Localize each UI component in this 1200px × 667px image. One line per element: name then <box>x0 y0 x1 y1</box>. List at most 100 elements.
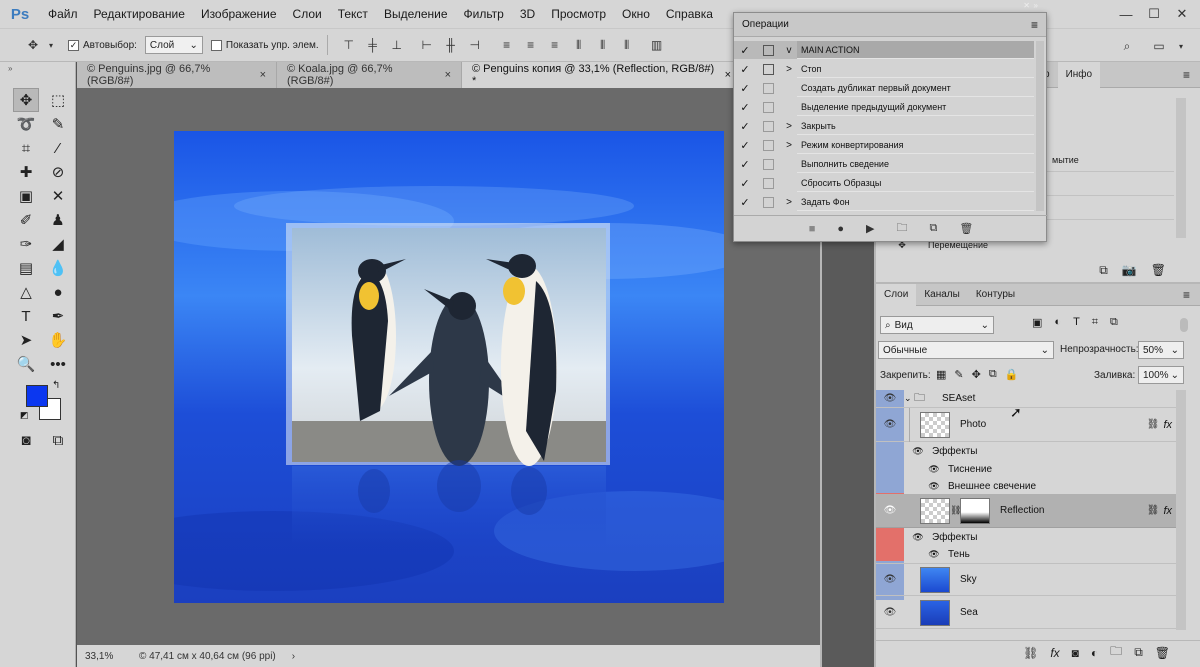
move-tool-icon[interactable]: ✥ <box>24 36 42 54</box>
hand-tool-icon[interactable]: ✋ <box>45 328 71 352</box>
swap-colors-icon[interactable]: ↰ <box>52 380 60 391</box>
action-item[interactable]: ✓ > Стоп <box>734 60 1034 78</box>
chevron-right-icon[interactable]: > <box>781 197 797 208</box>
align-top-icon[interactable]: ⊤ <box>340 36 358 54</box>
menu-file[interactable]: Файл <box>40 7 86 21</box>
filter-type-icon[interactable]: T <box>1073 316 1080 329</box>
align-vcenter-icon[interactable]: ╪ <box>364 36 382 54</box>
screen-mode-icon[interactable]: ⧉ <box>45 428 71 452</box>
eye-icon[interactable]: 👁 <box>904 446 932 457</box>
quick-select-tool-icon[interactable]: ✎ <box>45 112 71 136</box>
close-icon[interactable]: × <box>260 69 266 81</box>
healing-tool-icon[interactable]: ✚ <box>13 160 39 184</box>
menu-select[interactable]: Выделение <box>376 7 456 21</box>
chevron-down-icon[interactable]: ▾ <box>1172 37 1190 55</box>
autoselect-option[interactable]: ✓ Автовыбор: <box>68 39 137 51</box>
restore-icon[interactable]: ☐ <box>1142 5 1166 23</box>
eye-icon[interactable]: 👁 <box>920 549 948 560</box>
lock-pixels-icon[interactable]: ✎ <box>954 368 963 381</box>
chevron-right-icon[interactable]: > <box>781 140 797 151</box>
patch-tool-icon[interactable]: ⊘ <box>45 160 71 184</box>
filter-adjustment-icon[interactable]: ◐ <box>1054 316 1061 329</box>
eye-icon[interactable]: 👁 <box>876 419 904 430</box>
distribute-top-icon[interactable]: ≡ <box>498 36 516 54</box>
dodge-tool-icon[interactable]: ● <box>45 280 71 304</box>
play-icon[interactable]: ▶ <box>866 222 874 235</box>
dialog-toggle[interactable] <box>763 101 774 113</box>
layer-sky[interactable]: 👁 Sky <box>876 564 1176 596</box>
layer-sea[interactable]: 👁 Sea <box>876 597 1176 629</box>
fx-icon[interactable]: fx <box>1163 505 1172 517</box>
minimize-icon[interactable]: — <box>1114 5 1138 23</box>
lock-transparent-icon[interactable]: ▦ <box>936 368 946 381</box>
more-tools-icon[interactable]: ••• <box>45 352 71 376</box>
default-colors-icon[interactable]: ◩ <box>20 410 29 421</box>
document-canvas[interactable] <box>174 131 724 603</box>
align-hcenter-icon[interactable]: ╫ <box>442 36 460 54</box>
tab-channels[interactable]: Каналы <box>916 284 968 306</box>
eyedropper-tool-icon[interactable]: ⁄ <box>45 136 71 160</box>
close-icon[interactable]: ✕ <box>1023 1 1030 10</box>
chevron-right-icon[interactable]: › <box>276 651 295 662</box>
menu-layers[interactable]: Слои <box>285 7 330 21</box>
dialog-toggle[interactable] <box>763 63 774 75</box>
distribute-hcenter-icon[interactable]: ⫴ <box>594 36 612 54</box>
check-icon[interactable]: ✓ <box>734 177 756 190</box>
path-select-tool-icon[interactable]: ➤ <box>13 328 39 352</box>
align-left-icon[interactable]: ⊢ <box>418 36 436 54</box>
workspace-icon[interactable]: ▭ <box>1150 37 1168 55</box>
effects-group[interactable]: 👁 Эффекты <box>876 528 1176 546</box>
chevron-right-icon[interactable]: > <box>781 121 797 132</box>
layer-group-seaset[interactable]: 👁 ⌄ 🗀 SEAset <box>876 390 1176 408</box>
scrollbar[interactable] <box>1176 98 1186 238</box>
actions-title[interactable]: Операции <box>742 19 789 30</box>
tab-info[interactable]: Инфо <box>1057 61 1101 88</box>
zoom-tool-icon[interactable]: 🔍 <box>13 352 39 376</box>
check-icon[interactable]: ✓ <box>734 139 756 152</box>
fx-icon[interactable]: fx <box>1163 419 1172 431</box>
distribute-left-icon[interactable]: ⫴ <box>570 36 588 54</box>
chevron-down-icon[interactable]: ⌄ <box>904 393 914 404</box>
quick-mask-icon[interactable]: ◙ <box>13 428 39 452</box>
check-icon[interactable]: ✓ <box>734 158 756 171</box>
collapse-icon[interactable]: » <box>8 64 12 73</box>
autoselect-select[interactable]: Слой ⌄ <box>144 36 203 54</box>
eye-icon[interactable]: 👁 <box>876 505 904 516</box>
check-icon[interactable]: ✓ <box>734 120 756 133</box>
action-item[interactable]: ✓ > Закрыть <box>734 117 1034 135</box>
trash-icon[interactable]: 🗑 <box>959 222 973 235</box>
menu-window[interactable]: Окно <box>614 7 658 21</box>
eye-icon[interactable]: 👁 <box>876 574 904 585</box>
stamp-tool-icon[interactable]: ♟ <box>45 208 71 232</box>
show-transform-checkbox[interactable] <box>210 39 222 51</box>
check-icon[interactable]: ✓ <box>734 196 756 209</box>
history-brush-tool-icon[interactable]: ✑ <box>13 232 39 256</box>
effect-shadow[interactable]: 👁 Тень <box>876 546 1176 564</box>
fill-input[interactable]: 100% ⌄ <box>1138 366 1184 384</box>
dialog-toggle[interactable] <box>763 177 774 189</box>
chevron-down-icon[interactable]: v <box>781 45 797 56</box>
action-item[interactable]: ✓ Сбросить Образцы <box>734 174 1034 192</box>
tab-koala[interactable]: © Koala.jpg @ 66,7% (RGB/8#) × <box>277 62 462 88</box>
lock-position-icon[interactable]: ✥ <box>972 368 981 381</box>
content-move-tool-icon[interactable]: ✕ <box>45 184 71 208</box>
lock-artboard-icon[interactable]: ⧉ <box>989 368 997 381</box>
layer-filter-select[interactable]: ⌕ Вид ⌄ <box>880 316 994 334</box>
dialog-toggle[interactable] <box>763 44 774 56</box>
new-layer-icon[interactable]: ⧉ <box>1134 645 1143 660</box>
close-icon[interactable]: × <box>725 69 731 81</box>
layer-photo[interactable]: 👁 Photo ⛓ fx <box>876 408 1176 442</box>
effects-group[interactable]: 👁 Эффекты <box>876 442 1176 460</box>
eye-icon[interactable]: 👁 <box>876 607 904 618</box>
add-mask-icon[interactable]: ◙ <box>1072 646 1079 660</box>
action-item[interactable]: ✓ > Режим конвертирования <box>734 136 1034 154</box>
dialog-toggle[interactable] <box>763 120 774 132</box>
action-item[interactable]: ✓ > Задать Фон <box>734 193 1034 211</box>
check-icon[interactable]: ✓ <box>734 82 756 95</box>
distribute-vcenter-icon[interactable]: ≡ <box>522 36 540 54</box>
eye-icon[interactable]: 👁 <box>876 393 904 404</box>
layer-reflection[interactable]: 👁 ⛓ Reflection ⛓ fx <box>876 494 1176 528</box>
chevron-down-icon[interactable]: ▾ <box>42 36 60 54</box>
tab-penguins[interactable]: © Penguins.jpg @ 66,7% (RGB/8#) × <box>77 62 277 88</box>
dialog-toggle[interactable] <box>763 196 774 208</box>
